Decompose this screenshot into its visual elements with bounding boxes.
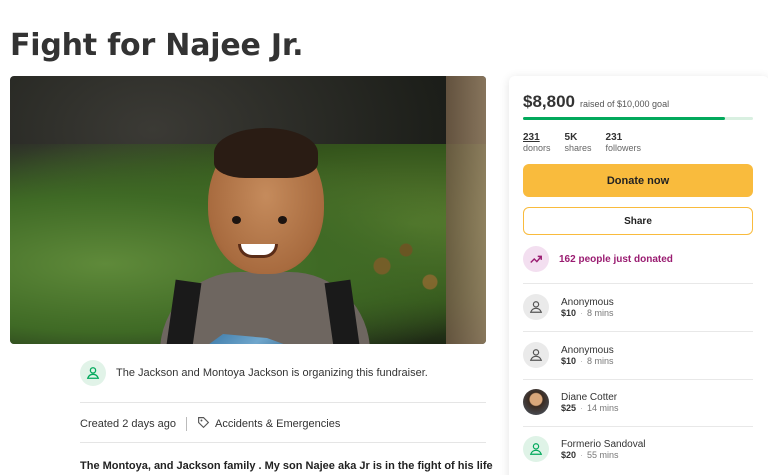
donor-amount: $20 <box>561 449 577 460</box>
stat-label: donors <box>523 143 551 153</box>
donor-amount: $10 <box>561 355 577 366</box>
tag-icon <box>197 416 210 432</box>
donation-card: $8,800 raised of $10,000 goal 231 donors… <box>509 76 768 475</box>
stat-value: 231 <box>523 132 540 143</box>
trending-up-icon <box>523 246 549 272</box>
person-icon <box>523 342 549 368</box>
recent-donations-banner: 162 people just donated <box>523 246 673 272</box>
category-link[interactable]: Accidents & Emergencies <box>197 416 340 432</box>
donor-item: Anonymous $10 · 8 mins <box>523 294 753 320</box>
person-icon <box>523 436 549 462</box>
dot-separator: · <box>580 307 584 318</box>
dot-separator: · <box>580 402 584 413</box>
image-pillar <box>446 76 486 344</box>
category-label: Accidents & Emergencies <box>215 418 341 430</box>
story-preview: The Montoya, and Jackson family . My son… <box>80 460 493 472</box>
raised-goal: raised of $10,000 goal <box>580 99 670 109</box>
stat-value: 231 <box>605 132 623 143</box>
stat-value: 5K <box>564 132 578 143</box>
raised-summary: $8,800 raised of $10,000 goal <box>523 92 669 112</box>
stat-shares: 5K shares <box>565 132 592 153</box>
donor-name: Formerio Sandoval <box>561 438 646 450</box>
donor-amount-row: $10 · 8 mins <box>561 356 614 366</box>
donor-time: 55 mins <box>587 449 619 460</box>
donor-name: Anonymous <box>561 344 614 356</box>
progress-bar-fill <box>523 117 726 120</box>
donor-divider <box>523 379 753 380</box>
donor-name: Diane Cotter <box>561 391 618 403</box>
dot-separator: · <box>580 449 584 460</box>
stat-followers: 231 followers <box>606 132 642 153</box>
stat-label: shares <box>564 143 592 153</box>
progress-bar <box>523 117 753 120</box>
donor-amount-row: $10 · 8 mins <box>561 308 614 318</box>
stat-label: followers <box>605 143 642 153</box>
donor-item: Formerio Sandoval $20 · 55 mins <box>523 436 753 462</box>
donor-time: 14 mins <box>587 402 619 413</box>
divider <box>80 402 486 403</box>
donor-amount-row: $25 · 14 mins <box>561 403 619 413</box>
created-date: Created 2 days ago <box>80 418 177 430</box>
organizer-row: The Jackson and Montoya Jackson is organ… <box>80 360 428 386</box>
organizer-text: The Jackson and Montoya Jackson is organ… <box>116 367 428 379</box>
meta-separator <box>186 417 188 431</box>
donor-divider <box>523 426 753 427</box>
divider <box>80 442 486 443</box>
image-eye-right <box>278 216 287 224</box>
donor-time: 8 mins <box>587 307 614 318</box>
raised-amount: $8,800 <box>523 92 575 111</box>
stat-donors[interactable]: 231 donors <box>523 132 551 153</box>
page-title: Fight for Najee Jr. <box>10 28 304 63</box>
donor-time: 8 mins <box>587 355 614 366</box>
donor-divider <box>523 331 753 332</box>
image-child-hair <box>214 128 318 178</box>
person-icon <box>523 294 549 320</box>
donor-avatar-photo <box>523 389 549 415</box>
share-button[interactable]: Share <box>523 207 753 235</box>
donor-item: Diane Cotter $25 · 14 mins <box>523 389 753 415</box>
trend-text: 162 people just donated <box>559 253 673 265</box>
image-eye-left <box>232 216 241 224</box>
donor-amount-row: $20 · 55 mins <box>561 450 645 460</box>
person-icon <box>80 360 106 386</box>
donor-amount: $25 <box>561 402 577 413</box>
donate-now-button[interactable]: Donate now <box>523 164 753 197</box>
donor-amount: $10 <box>561 307 577 318</box>
campaign-stats: 231 donors 5K shares 231 followers <box>523 132 641 153</box>
campaign-hero-image[interactable] <box>10 76 486 344</box>
donor-divider <box>523 283 753 284</box>
campaign-meta: Created 2 days ago Accidents & Emergenci… <box>80 416 340 432</box>
dot-separator: · <box>580 355 584 366</box>
donor-item: Anonymous $10 · 8 mins <box>523 342 753 368</box>
donor-name: Anonymous <box>561 296 614 308</box>
